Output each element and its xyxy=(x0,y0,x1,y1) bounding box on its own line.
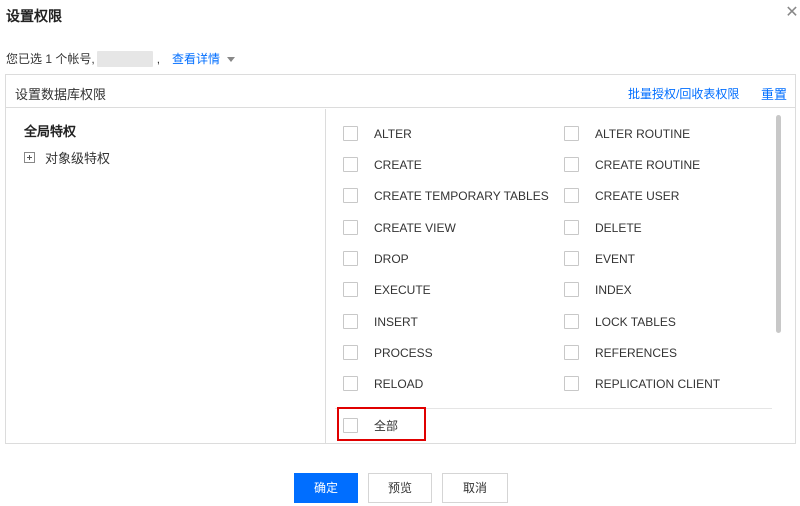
privilege-option[interactable]: DELETE xyxy=(564,220,642,235)
scrollbar[interactable] xyxy=(776,115,781,333)
privilege-option[interactable]: INSERT xyxy=(343,314,418,329)
privilege-label: PROCESS xyxy=(374,345,433,360)
privilege-label: DROP xyxy=(374,251,409,266)
privilege-list: ALTER CREATE CREATE TEMPORARY TABLES CRE… xyxy=(327,109,795,443)
privilege-option[interactable]: ALTER ROUTINE xyxy=(564,126,690,141)
privilege-option[interactable]: CREATE TEMPORARY TABLES xyxy=(343,188,549,203)
tree-item-global[interactable]: 全局特权 xyxy=(24,121,76,140)
privilege-option[interactable]: EXECUTE xyxy=(343,282,431,297)
db-permission-panel: 设置数据库权限 批量授权/回收表权限 重置 全局特权 对象级特权 ALTER C… xyxy=(5,74,796,444)
privilege-option[interactable]: EVENT xyxy=(564,251,635,266)
checkbox[interactable] xyxy=(343,157,358,172)
privilege-label: CREATE xyxy=(374,157,422,172)
dialog-title: 设置权限 xyxy=(6,8,62,24)
checkbox[interactable] xyxy=(564,376,579,391)
privilege-label: CREATE USER xyxy=(595,188,680,203)
tree-item-object-level[interactable]: 对象级特权 xyxy=(24,148,110,167)
checkbox[interactable] xyxy=(564,314,579,329)
privilege-label: LOCK TABLES xyxy=(595,314,676,329)
preview-button[interactable]: 预览 xyxy=(368,473,432,503)
privilege-label: REFERENCES xyxy=(595,345,678,360)
plus-icon[interactable] xyxy=(24,152,35,163)
checkbox[interactable] xyxy=(343,282,358,297)
view-details-link[interactable]: 查看详情 xyxy=(172,50,220,67)
privilege-label: INSERT xyxy=(374,314,418,329)
privilege-option[interactable]: CREATE USER xyxy=(564,188,679,203)
checkbox[interactable] xyxy=(564,157,579,172)
privilege-option[interactable]: CREATE ROUTINE xyxy=(564,157,700,172)
close-icon[interactable]: ✕ xyxy=(783,4,800,22)
panel-header: 设置数据库权限 批量授权/回收表权限 重置 xyxy=(6,75,795,108)
privilege-option[interactable]: REFERENCES xyxy=(564,345,677,360)
masked-account xyxy=(96,50,153,67)
privilege-option[interactable]: RELOAD xyxy=(343,376,423,391)
privilege-option[interactable]: PROCESS xyxy=(343,345,433,360)
panel-title: 设置数据库权限 xyxy=(15,87,107,102)
checkbox[interactable] xyxy=(564,188,579,203)
privilege-label: ALTER ROUTINE xyxy=(595,126,691,141)
privilege-label: ALTER xyxy=(374,126,412,141)
privilege-label: DELETE xyxy=(595,220,642,235)
privilege-option[interactable]: INDEX xyxy=(564,282,632,297)
checkbox[interactable] xyxy=(564,345,579,360)
checkbox[interactable] xyxy=(343,376,358,391)
checkbox[interactable] xyxy=(343,314,358,329)
account-prefix: 您已选 1 个帐号, xyxy=(6,52,95,66)
caret-down-icon[interactable] xyxy=(227,57,236,62)
privilege-label: CREATE ROUTINE xyxy=(595,157,701,172)
privilege-option[interactable]: CREATE VIEW xyxy=(343,220,456,235)
tree-item-label: 对象级特权 xyxy=(45,151,111,166)
checkbox[interactable] xyxy=(564,220,579,235)
checkbox[interactable] xyxy=(343,345,358,360)
highlight-box xyxy=(337,407,426,441)
reset-link[interactable]: 重置 xyxy=(761,84,787,103)
checkbox[interactable] xyxy=(343,188,358,203)
checkbox[interactable] xyxy=(343,126,358,141)
cancel-button[interactable]: 取消 xyxy=(442,473,508,503)
checkbox[interactable] xyxy=(343,220,358,235)
account-summary: 您已选 1 个帐号, , 查看详情 xyxy=(6,50,236,67)
privilege-label: CREATE TEMPORARY TABLES xyxy=(374,188,549,203)
account-separator: , xyxy=(156,51,161,66)
checkbox[interactable] xyxy=(343,251,358,266)
privilege-tree: 全局特权 对象级特权 xyxy=(6,109,326,443)
privilege-option[interactable]: LOCK TABLES xyxy=(564,314,676,329)
privilege-label: REPLICATION CLIENT xyxy=(595,376,721,391)
privilege-label: EVENT xyxy=(595,251,636,266)
privilege-option[interactable]: ALTER xyxy=(343,126,412,141)
privilege-option[interactable]: DROP xyxy=(343,251,409,266)
privilege-label: EXECUTE xyxy=(374,282,431,297)
privilege-option[interactable]: CREATE xyxy=(343,157,422,172)
batch-grant-link[interactable]: 批量授权/回收表权限 xyxy=(628,85,739,102)
checkbox[interactable] xyxy=(564,126,579,141)
confirm-button[interactable]: 确定 xyxy=(294,473,358,503)
privilege-label: CREATE VIEW xyxy=(374,220,456,235)
privilege-label: INDEX xyxy=(595,282,632,297)
privilege-option[interactable]: REPLICATION CLIENT xyxy=(564,376,720,391)
checkbox[interactable] xyxy=(564,282,579,297)
checkbox[interactable] xyxy=(564,251,579,266)
privilege-label: RELOAD xyxy=(374,376,424,391)
